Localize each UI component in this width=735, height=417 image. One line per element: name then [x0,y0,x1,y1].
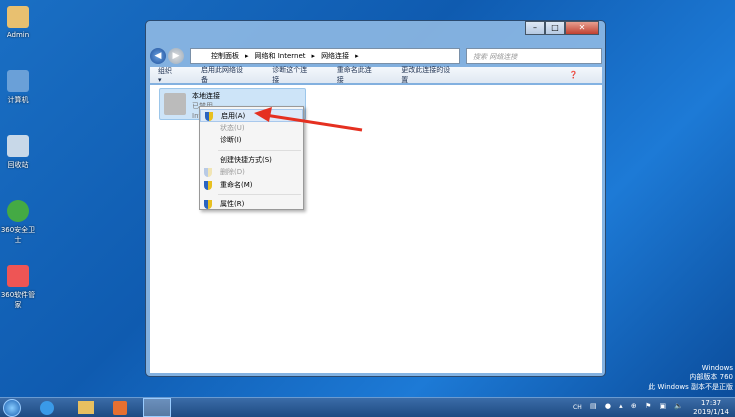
breadcrumb-control-panel[interactable]: 控制面板 [211,51,239,61]
enable-device-button[interactable]: 启用此网络设备 [201,65,248,85]
clock[interactable]: 17:37 2019/1/14 [693,399,729,417]
tray-icons[interactable]: ▤ ● ▴ ⊕ ⚑ ▣ 🔈 [590,402,686,410]
divider [218,194,301,195]
organize-button[interactable]: 组织 ▾ [158,66,177,84]
menu-item-create-shortcut[interactable]: 创建快捷方式(S) [200,154,303,167]
maximize-button[interactable]: □ [545,21,565,35]
address-bar[interactable]: 控制面板 ▸ 网络和 Internet ▸ 网络连接 ▸ [190,48,460,64]
diagnose-button[interactable]: 诊断这个连接 [272,65,313,85]
taskbar-ie-icon[interactable] [40,401,54,415]
breadcrumb-network-connections[interactable]: 网络连接 [321,51,349,61]
forward-button[interactable]: ▶ [168,48,184,64]
rename-button[interactable]: 重命名此连接 [337,65,378,85]
menu-item-rename[interactable]: 重命名(M) [200,179,303,192]
start-button[interactable] [3,399,21,417]
menu-item-delete[interactable]: 删除(D) [200,166,303,179]
breadcrumb-network-internet[interactable]: 网络和 Internet [255,51,306,61]
shield-icon [204,168,212,177]
search-input[interactable]: 搜索 网络连接 [466,48,602,64]
close-button[interactable]: ✕ [565,21,599,35]
shield-icon [204,180,212,190]
desktop-icon-admin[interactable]: Admin [0,6,36,39]
menu-item-properties[interactable]: 属性(R) [200,198,303,211]
desktop-icon-recycle-bin[interactable]: 回收站 [0,135,36,170]
desktop-icon-computer[interactable]: 计算机 [0,70,36,105]
change-settings-button[interactable]: 更改此连接的设置 [401,65,455,85]
network-adapter-icon [164,93,186,115]
menu-item-diagnose[interactable]: 诊断(I) [200,134,303,147]
desktop-icon-360-security[interactable]: 360安全卫士 [0,200,36,245]
help-icon[interactable]: ❓ [569,71,578,79]
desktop-icon-360-software[interactable]: 360软件管家 [0,265,36,310]
red-arrow-annotation [254,107,363,132]
ime-indicator[interactable]: CH [573,404,582,411]
minimize-button[interactable]: – [525,21,545,35]
shield-icon [205,112,213,121]
taskbar-explorer-icon[interactable] [78,401,94,414]
shield-icon [204,200,212,209]
taskbar-network-window[interactable] [143,398,171,417]
toolbar: 组织 ▾ 启用此网络设备 诊断这个连接 重命名此连接 更改此连接的设置 ❓ [150,65,602,85]
taskbar-media-icon[interactable] [113,401,127,415]
divider [218,149,301,151]
taskbar: CH ▤ ● ▴ ⊕ ⚑ ▣ 🔈 17:37 2019/1/14 [0,397,735,417]
back-button[interactable]: ◀ [150,48,166,64]
